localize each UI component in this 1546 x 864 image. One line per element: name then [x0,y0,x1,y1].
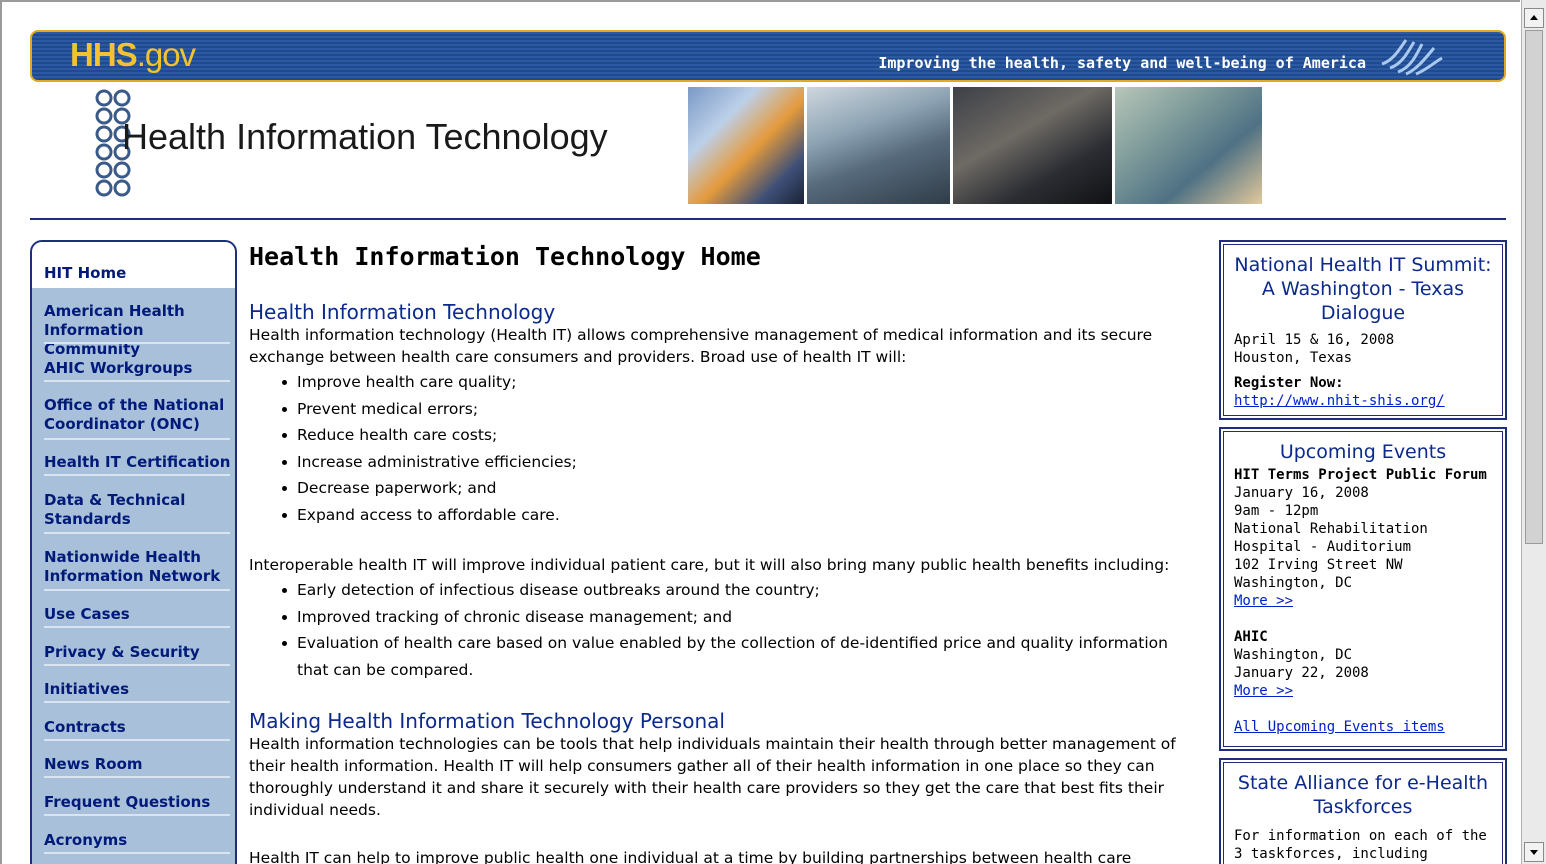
nav-item-contracts[interactable]: Contracts [44,718,234,737]
left-navigation: HIT Home American Health Information Com… [30,240,237,864]
list-item: Decrease paperwork; and [282,475,577,502]
nav-separator [44,701,230,703]
nav-separator [44,342,230,344]
arrow-down-icon [1530,850,1538,855]
browser-viewport: HHS.gov Improving the health, safety and… [0,0,1520,864]
scroll-up-button[interactable] [1524,8,1544,28]
list-item: Improve health care quality; [282,369,577,396]
nav-separator [44,532,230,534]
benefits-list: Improve health care quality; Prevent med… [282,369,577,529]
nav-item-ahic[interactable]: American Health Information Community [44,302,234,359]
header-photo-clinicians-computer [807,87,950,204]
hhs-logo[interactable]: HHS.gov [70,36,196,74]
hhs-logo-suffix: .gov [136,36,196,73]
nav-separator [44,664,230,666]
event1-time: 9am - 12pm [1234,503,1319,519]
header-photo-nurse-station [1115,87,1262,204]
header-photo-clock-keyboard [688,87,804,204]
summit-box: National Health IT Summit: A Washington … [1219,240,1507,420]
section-hit-intro: Health information technology (Health IT… [249,326,1153,366]
nav-separator [44,589,230,591]
alliance-text: For information on each of the 3 taskfor… [1234,828,1487,862]
nav-separator [44,739,230,741]
nav-item-privacy-security[interactable]: Privacy & Security [44,643,234,662]
nav-item-faq[interactable]: Frequent Questions [44,793,234,812]
section-heading-hit: Health Information Technology [249,300,556,324]
nav-item-nhin[interactable]: Nationwide Health Information Network [44,548,234,586]
section-hit-intro2: Interoperable health IT will improve ind… [249,556,1170,574]
register-link[interactable]: http://www.nhit-shis.org/ [1234,392,1492,410]
list-item: Early detection of infectious disease ou… [282,577,1197,604]
nav-separator [44,814,230,816]
state-alliance-box: State Alliance for e-Health Taskforces F… [1219,758,1507,864]
all-events-link[interactable]: All Upcoming Events items [1234,718,1492,736]
site-title: Health Information Technology [122,116,608,157]
vertical-scrollbar[interactable] [1521,0,1546,864]
event1-city: Washington, DC [1234,575,1353,591]
hhs-eagle-icon [1381,39,1443,76]
alliance-title: State Alliance for e-Health Taskforces [1237,772,1489,818]
list-item: Reduce health care costs; [282,422,577,449]
page-title: Health Information Technology Home [249,242,761,271]
list-item: Evaluation of health care based on value… [282,630,1197,683]
hhs-tagline: Improving the health, safety and well-be… [878,54,1366,72]
nav-separator [44,474,230,476]
event1-date: January 16, 2008 [1234,485,1369,501]
event2-date: January 22, 2008 [1234,665,1369,681]
upcoming-events-box: Upcoming Events HIT Terms Project Public… [1219,427,1507,751]
section-personal-para: Health information technologies can be t… [249,735,1176,819]
events-title: Upcoming Events [1279,441,1447,463]
event2-name: AHIC [1234,629,1268,645]
nav-item-onc[interactable]: Office of the National Coordinator (ONC) [44,396,234,434]
header-photo-strip [688,87,1262,204]
nav-item-hit-home[interactable]: HIT Home [32,242,235,288]
nav-item-initiatives[interactable]: Initiatives [44,680,234,699]
public-health-list: Early detection of infectious disease ou… [282,577,1197,683]
hhs-logo-main: HHS [70,36,138,73]
nav-item-use-cases[interactable]: Use Cases [44,605,234,624]
event1-place: National Rehabilitation Hospital - Audit… [1234,521,1428,555]
nav-separator [44,438,230,440]
nav-item-standards[interactable]: Data & Technical Standards [44,491,234,529]
list-item: Prevent medical errors; [282,396,577,423]
nav-separator [44,626,230,628]
list-item: Improved tracking of chronic disease man… [282,604,1197,631]
nav-separator [44,380,230,382]
nav-separator [44,776,230,778]
summit-title: National Health IT Summit: A Washington … [1234,254,1492,324]
header-divider [30,218,1506,220]
summit-date: April 15 & 16, 2008 [1234,332,1395,348]
nav-item-acronyms[interactable]: Acronyms [44,831,234,850]
arrow-up-icon [1530,15,1538,20]
header-photo-typing-laptop [953,87,1112,204]
nav-item-ahic-workgroups[interactable]: AHIC Workgroups [44,359,234,378]
nav-separator [44,852,230,854]
register-label: Register Now: [1234,375,1344,391]
section-heading-personal: Making Health Information Technology Per… [249,709,725,733]
scroll-down-button[interactable] [1524,842,1544,862]
event2-more-link[interactable]: More >> [1234,682,1492,700]
event2-city: Washington, DC [1234,647,1353,663]
summit-location: Houston, Texas [1234,350,1353,366]
event1-more-link[interactable]: More >> [1234,592,1492,610]
event1-street: 102 Irving Street NW [1234,557,1403,573]
section-personal-para2: Health IT can help to improve public hea… [249,849,1132,864]
list-item: Increase administrative efficiencies; [282,449,577,476]
list-item: Expand access to affordable care. [282,502,577,529]
hhs-banner: HHS.gov Improving the health, safety and… [30,30,1506,82]
nav-item-certification[interactable]: Health IT Certification [44,453,234,472]
nav-item-news-room[interactable]: News Room [44,755,234,774]
scroll-thumb[interactable] [1525,30,1543,544]
event1-name: HIT Terms Project Public Forum [1234,467,1487,483]
